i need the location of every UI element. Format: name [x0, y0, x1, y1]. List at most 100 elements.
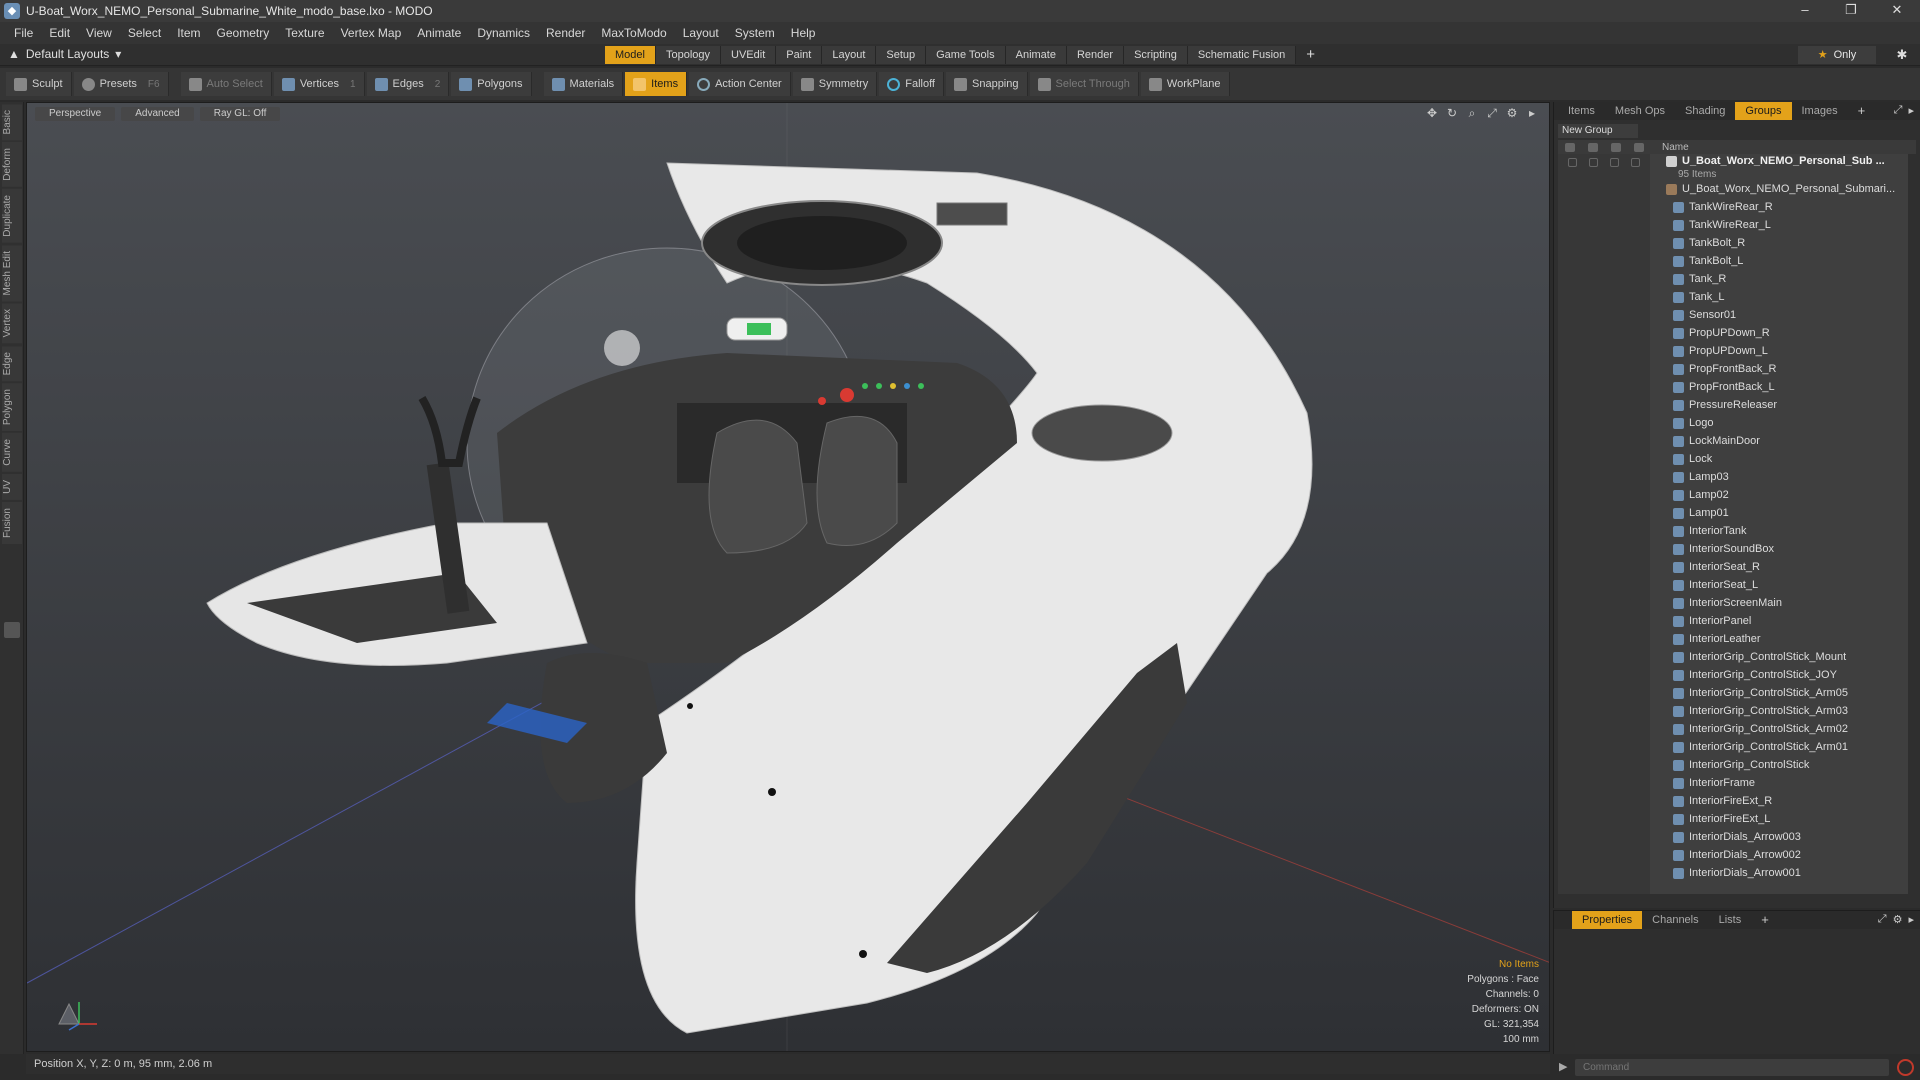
tree-sub-item[interactable]: U_Boat_Worx_NEMO_Personal_Submari...	[1558, 180, 1916, 198]
list-item[interactable]: Tank_L	[1558, 288, 1916, 306]
menu-edit[interactable]: Edit	[41, 26, 78, 40]
tab-uvedit[interactable]: UVEdit	[721, 46, 777, 64]
vtab-deform[interactable]: Deform	[2, 142, 22, 188]
raygl-dropdown[interactable]: Ray GL: Off	[199, 107, 281, 121]
command-input[interactable]	[1575, 1059, 1889, 1076]
tab-properties[interactable]: Properties	[1572, 911, 1643, 929]
viewport-settings-icon[interactable]: ⚙	[1505, 106, 1519, 121]
list-item[interactable]: PropFrontBack_L	[1558, 378, 1916, 396]
auto-select-button[interactable]: Auto Select	[180, 72, 272, 96]
tab-layout[interactable]: Layout	[822, 46, 877, 64]
vtab-fusion[interactable]: Fusion	[2, 501, 22, 544]
list-item[interactable]: LockMainDoor	[1558, 432, 1916, 450]
list-item[interactable]: InteriorFireExt_L	[1558, 810, 1916, 828]
list-item[interactable]: PressureReleaser	[1558, 396, 1916, 414]
vtab-basic[interactable]: Basic	[2, 104, 22, 141]
rotate-view-icon[interactable]: ↻	[1445, 106, 1459, 121]
tab-game-tools[interactable]: Game Tools	[926, 46, 1006, 64]
select-through-button[interactable]: Select Through	[1029, 72, 1139, 96]
vtab-curve[interactable]: Curve	[2, 433, 22, 472]
tab-setup[interactable]: Setup	[876, 46, 927, 64]
tab-animate[interactable]: Animate	[1005, 46, 1067, 64]
list-item[interactable]: InteriorPanel	[1558, 612, 1916, 630]
list-item[interactable]: TankWireRear_L	[1558, 216, 1916, 234]
lock-icon[interactable]	[1610, 142, 1621, 152]
menu-render[interactable]: Render	[538, 26, 593, 40]
list-item[interactable]: PropUPDown_L	[1558, 342, 1916, 360]
viewport-expand-icon[interactable]: ▸	[1525, 106, 1539, 121]
menu-select[interactable]: Select	[120, 26, 169, 40]
list-item[interactable]: PropFrontBack_R	[1558, 360, 1916, 378]
menu-system[interactable]: System	[727, 26, 783, 40]
render-icon[interactable]	[1587, 142, 1598, 152]
list-item[interactable]: InteriorGrip_ControlStick_JOY	[1558, 666, 1916, 684]
menu-layout[interactable]: Layout	[675, 26, 727, 40]
snapping-button[interactable]: Snapping	[946, 72, 1028, 96]
tab-images[interactable]: Images	[1792, 102, 1848, 120]
tool-strip-toggle[interactable]	[4, 622, 20, 638]
list-item[interactable]: Lamp02	[1558, 486, 1916, 504]
list-item[interactable]: TankBolt_R	[1558, 234, 1916, 252]
fit-view-icon[interactable]: ⤢	[1485, 106, 1499, 121]
add-tab-icon[interactable]: +	[1296, 46, 1325, 64]
tree-scrollbar[interactable]	[1908, 154, 1916, 894]
list-item[interactable]: InteriorFrame	[1558, 774, 1916, 792]
list-item[interactable]: InteriorGrip_ControlStick_Arm03	[1558, 702, 1916, 720]
root-lock-toggle[interactable]	[1610, 158, 1619, 167]
name-column-header[interactable]: Name	[1662, 142, 1689, 153]
expand-icon[interactable]: ⤢	[1894, 104, 1903, 117]
gear-icon[interactable]: ✱	[1892, 46, 1912, 64]
tab-model[interactable]: Model	[605, 46, 656, 64]
new-group-button[interactable]: New Group	[1558, 124, 1638, 138]
list-item[interactable]: InteriorDials_Arrow001	[1558, 864, 1916, 882]
add-tab-icon[interactable]: +	[1751, 911, 1779, 929]
symmetry-button[interactable]: Symmetry	[792, 72, 878, 96]
list-item[interactable]: TankBolt_L	[1558, 252, 1916, 270]
list-item[interactable]: InteriorFireExt_R	[1558, 792, 1916, 810]
vtab-vertex[interactable]: Vertex	[2, 303, 22, 344]
vertices-button[interactable]: Vertices 1	[273, 72, 365, 96]
root-select-toggle[interactable]	[1631, 158, 1640, 167]
list-item[interactable]: InteriorGrip_ControlStick_Mount	[1558, 648, 1916, 666]
list-item[interactable]: Logo	[1558, 414, 1916, 432]
tab-render[interactable]: Render	[1066, 46, 1125, 64]
minimize-button[interactable]: –	[1782, 0, 1828, 22]
workplane-button[interactable]: WorkPlane	[1140, 72, 1230, 96]
list-item[interactable]: InteriorSoundBox	[1558, 540, 1916, 558]
action-center-button[interactable]: Action Center	[689, 72, 791, 96]
vtab-uv[interactable]: UV	[2, 473, 22, 500]
menu-texture[interactable]: Texture	[277, 26, 332, 40]
list-item[interactable]: Lock	[1558, 450, 1916, 468]
panel-menu-icon[interactable]: ▸	[1908, 104, 1914, 117]
list-item[interactable]: InteriorGrip_ControlStick_Arm05	[1558, 684, 1916, 702]
items-button[interactable]: Items	[625, 72, 688, 96]
root-eye-toggle[interactable]	[1568, 158, 1577, 167]
tab-shading[interactable]: Shading	[1675, 102, 1735, 120]
tab-mesh-ops[interactable]: Mesh Ops	[1605, 102, 1675, 120]
menu-item[interactable]: Item	[169, 26, 208, 40]
list-item[interactable]: InteriorLeather	[1558, 630, 1916, 648]
gear-icon[interactable]: ⚙	[1893, 913, 1903, 926]
edges-button[interactable]: Edges 2	[366, 72, 450, 96]
advanced-dropdown[interactable]: Advanced	[121, 107, 194, 121]
presets-button[interactable]: Presets F6	[73, 72, 169, 96]
menu-dynamics[interactable]: Dynamics	[469, 26, 538, 40]
list-item[interactable]: Lamp01	[1558, 504, 1916, 522]
layout-selector[interactable]: ▲ Default Layouts ▾	[8, 47, 121, 61]
expand-icon[interactable]: ⤢	[1878, 913, 1887, 926]
list-item[interactable]: InteriorGrip_ControlStick_Arm01	[1558, 738, 1916, 756]
close-button[interactable]: ✕	[1874, 0, 1920, 22]
tab-schematic-fusion[interactable]: Schematic Fusion	[1187, 46, 1297, 64]
list-item[interactable]: PropUPDown_R	[1558, 324, 1916, 342]
sculpt-button[interactable]: Sculpt	[6, 72, 72, 96]
eye-icon[interactable]	[1564, 142, 1575, 152]
tab-topology[interactable]: Topology	[655, 46, 722, 64]
list-item[interactable]: TankWireRear_R	[1558, 198, 1916, 216]
zoom-view-icon[interactable]: ⌕	[1465, 106, 1479, 121]
menu-help[interactable]: Help	[783, 26, 824, 40]
list-item[interactable]: Sensor01	[1558, 306, 1916, 324]
root-render-toggle[interactable]	[1589, 158, 1598, 167]
tree-root-group[interactable]: U_Boat_Worx_NEMO_Personal_Sub ...	[1558, 154, 1916, 168]
menu-file[interactable]: File	[6, 26, 41, 40]
only-toggle[interactable]: ★ Only	[1798, 46, 1876, 64]
